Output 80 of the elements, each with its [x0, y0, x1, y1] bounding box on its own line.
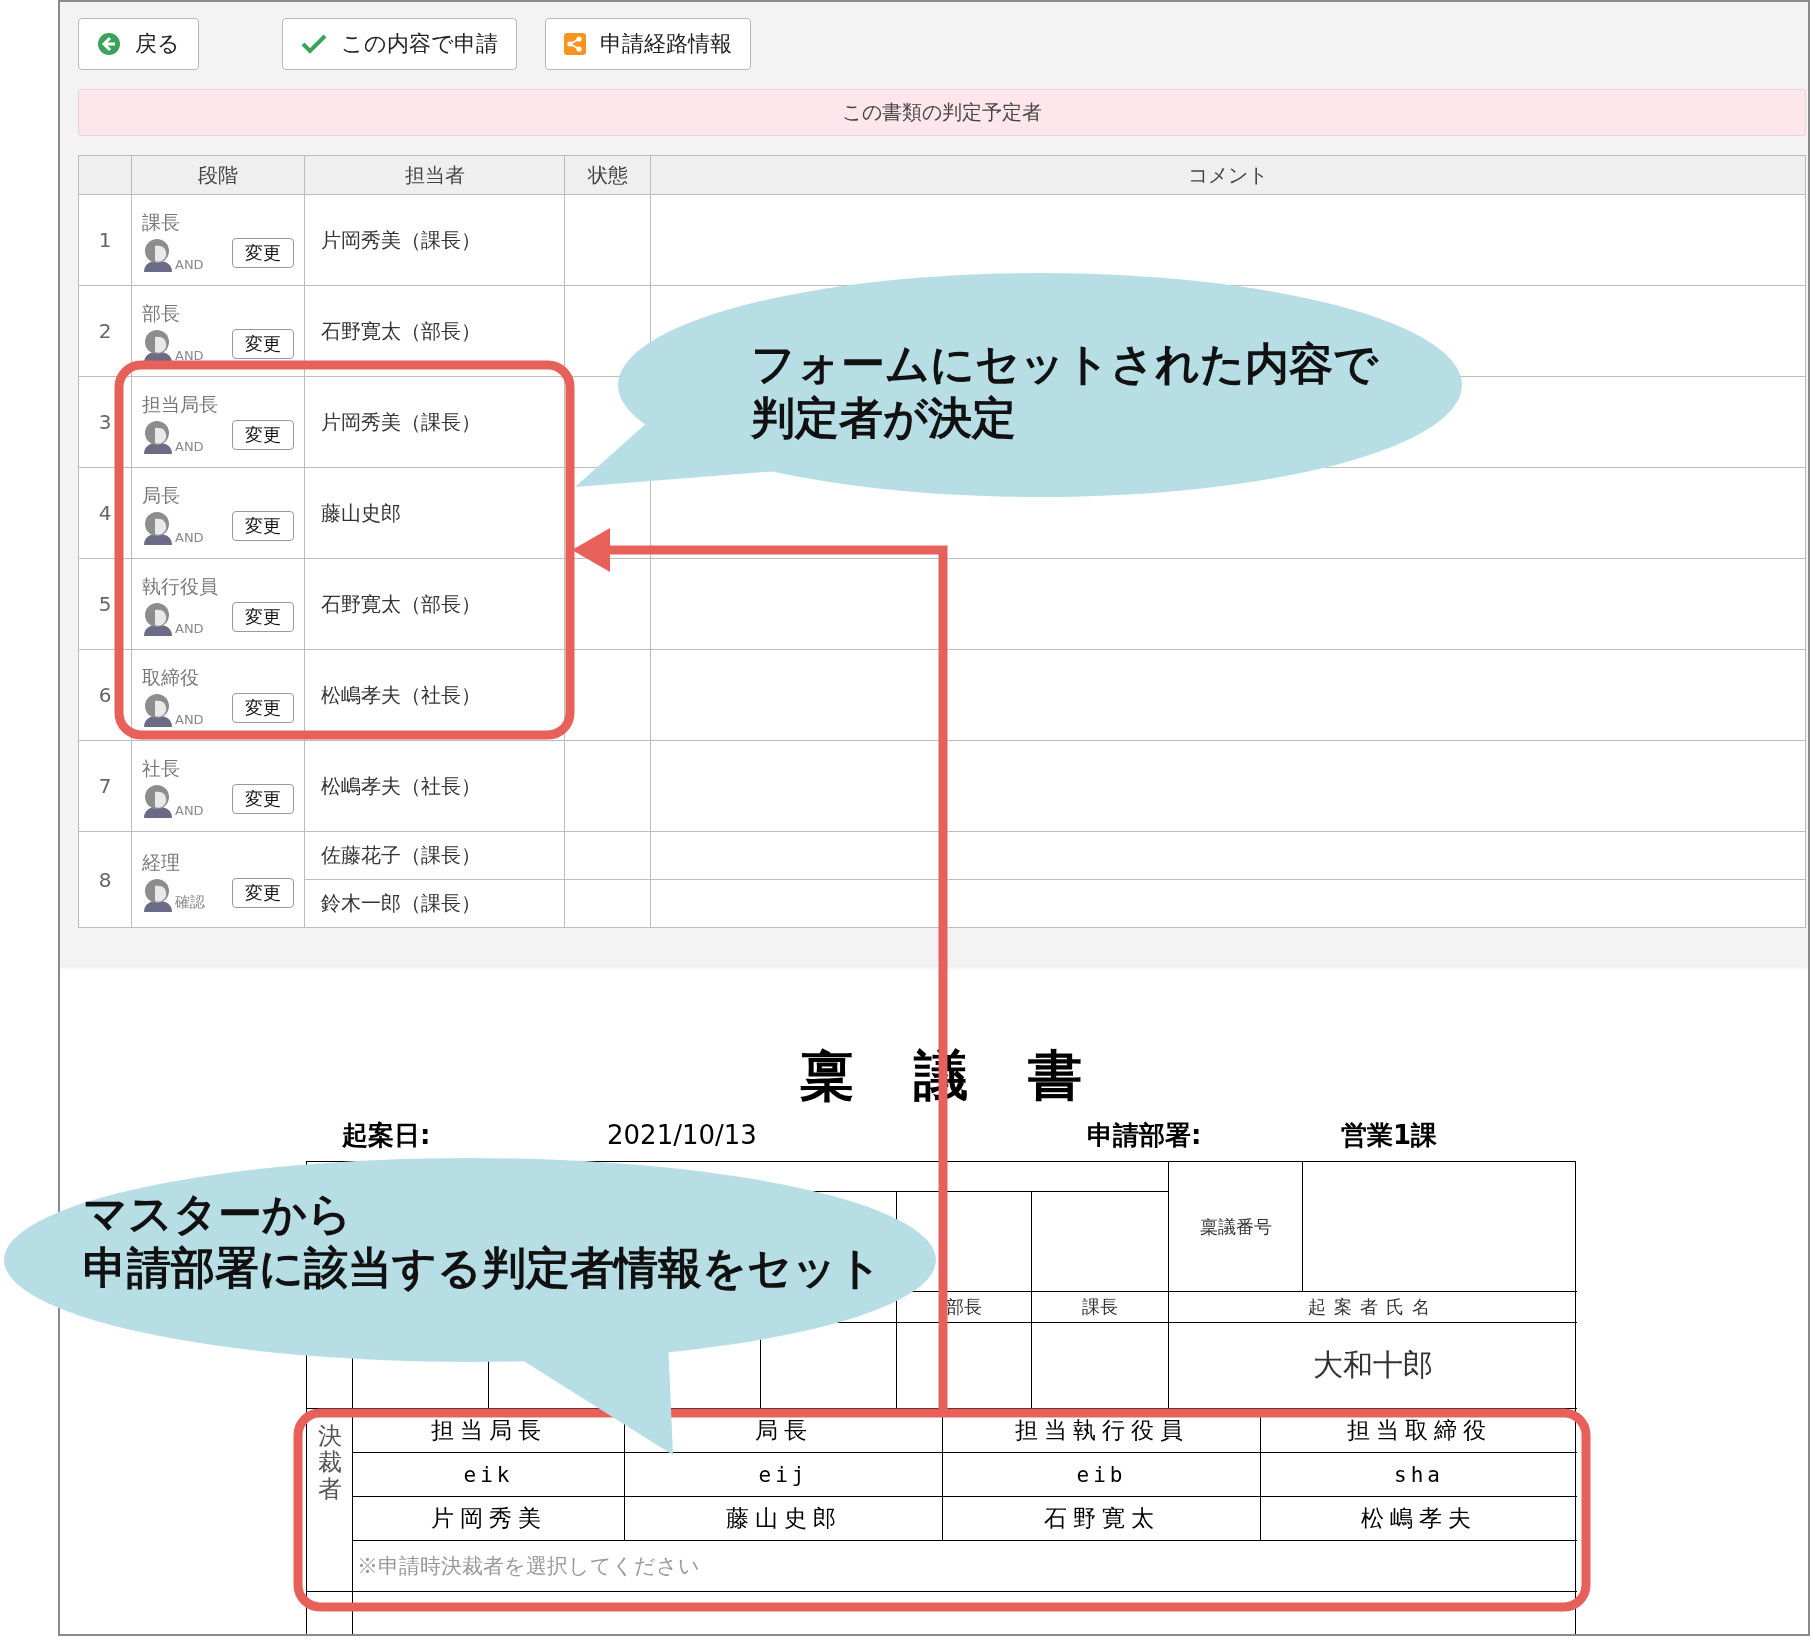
change-button[interactable]: 変更	[232, 511, 294, 541]
person-icon	[142, 327, 174, 363]
change-button[interactable]: 変更	[232, 784, 294, 814]
table-cell: 課長	[1032, 1292, 1169, 1323]
check-icon	[301, 33, 327, 55]
stage-label: 執行役員	[142, 574, 219, 599]
change-button[interactable]: 変更	[232, 420, 294, 450]
callout-text: マスターから 申請部署に該当する判定者情報をセット	[83, 1187, 882, 1295]
table-cell: 片岡秀美	[353, 1497, 625, 1541]
assignee-name: 松嶋孝夫（社長）	[321, 682, 481, 707]
stage-label: 経理	[142, 849, 181, 875]
row-number: 7	[98, 774, 112, 798]
person-icon	[142, 418, 174, 454]
table-cell: sha	[1261, 1453, 1577, 1497]
check-button[interactable]: この内容で申請	[282, 18, 517, 70]
note-text: ※申請時決裁者を選択してください	[353, 1541, 1577, 1592]
stage-label: 取締役	[142, 665, 200, 690]
column-header: 段階	[131, 155, 305, 195]
column-header: 状態	[564, 155, 651, 195]
change-button[interactable]: 変更	[232, 329, 294, 359]
row-number: 6	[98, 683, 112, 707]
row-number: 8	[98, 867, 112, 892]
change-button[interactable]: 変更	[232, 877, 294, 908]
callout-text: フォームにセットされた内容で 判定者が決定	[751, 337, 1378, 445]
row-number: 4	[98, 501, 112, 525]
table-cell: 担当執行役員	[943, 1409, 1261, 1453]
table-cell: 大和十郎	[1169, 1323, 1577, 1409]
person-icon	[142, 509, 174, 545]
table-cell: 担当取締役	[1261, 1409, 1577, 1453]
assignee-name: 佐藤花子（課長）	[321, 843, 481, 867]
stage-label: 部長	[142, 301, 181, 326]
assignee-name: 石野寛太（部長）	[321, 318, 481, 343]
column-header: 担当者	[304, 155, 565, 195]
stage-label: 課長	[142, 210, 181, 235]
table-cell: eij	[625, 1453, 943, 1497]
mode-label: AND	[175, 257, 204, 272]
section-banner: この書類の判定予定者	[78, 89, 1806, 136]
table-cell: 松嶋孝夫	[1261, 1497, 1577, 1541]
change-button[interactable]: 変更	[232, 693, 294, 723]
person-icon	[142, 691, 174, 727]
mode-label: 確認	[175, 892, 205, 912]
row-number: 2	[98, 319, 112, 343]
mode-label: AND	[175, 530, 204, 545]
mode-label: AND	[175, 348, 204, 363]
mode-label: AND	[175, 621, 204, 636]
assignee-name: 松嶋孝夫（社長）	[321, 773, 481, 798]
column-header: コメント	[650, 155, 1806, 195]
change-button[interactable]: 変更	[232, 602, 294, 632]
field-value: 営業1課	[1341, 1121, 1438, 1149]
share-icon	[564, 33, 586, 55]
mode-label: AND	[175, 439, 204, 454]
row-number: 3	[98, 410, 112, 434]
mode-label: AND	[175, 803, 204, 818]
vertical-label: 決裁者	[317, 1421, 342, 1503]
row-number: 1	[98, 228, 112, 252]
person-icon	[142, 782, 174, 818]
stage-label: 社長	[142, 756, 181, 781]
mode-label: AND	[175, 712, 204, 727]
table-cell: 稟議番号	[1169, 1162, 1303, 1292]
table-cell: eib	[943, 1453, 1261, 1497]
assignee-name: 石野寛太（部長）	[321, 591, 481, 616]
assignee-name: 藤山史郎	[321, 500, 401, 525]
route-button[interactable]: 申請経路情報	[545, 18, 751, 70]
field-label: 起案日:	[342, 1121, 431, 1149]
table-cell: eik	[353, 1453, 625, 1497]
table-cell: 石野寛太	[943, 1497, 1261, 1541]
person-icon	[142, 236, 174, 272]
stage-label: 担当局長	[142, 392, 219, 417]
assignee-name: 鈴木一郎（課長）	[321, 891, 481, 915]
change-button[interactable]: 変更	[232, 238, 294, 268]
stage-label: 局長	[142, 483, 181, 508]
person-icon	[142, 600, 174, 636]
field-value: 2021/10/13	[607, 1121, 757, 1149]
row-number: 5	[98, 592, 112, 616]
table-cell: 藤山史郎	[625, 1497, 943, 1541]
assignee-name: 片岡秀美（課長）	[321, 409, 481, 434]
assignee-name: 片岡秀美（課長）	[321, 227, 481, 252]
table-cell: 起案者氏名	[1169, 1292, 1577, 1323]
back-button[interactable]: 戻る	[78, 18, 199, 70]
field-label: 申請部署:	[1087, 1121, 1202, 1149]
